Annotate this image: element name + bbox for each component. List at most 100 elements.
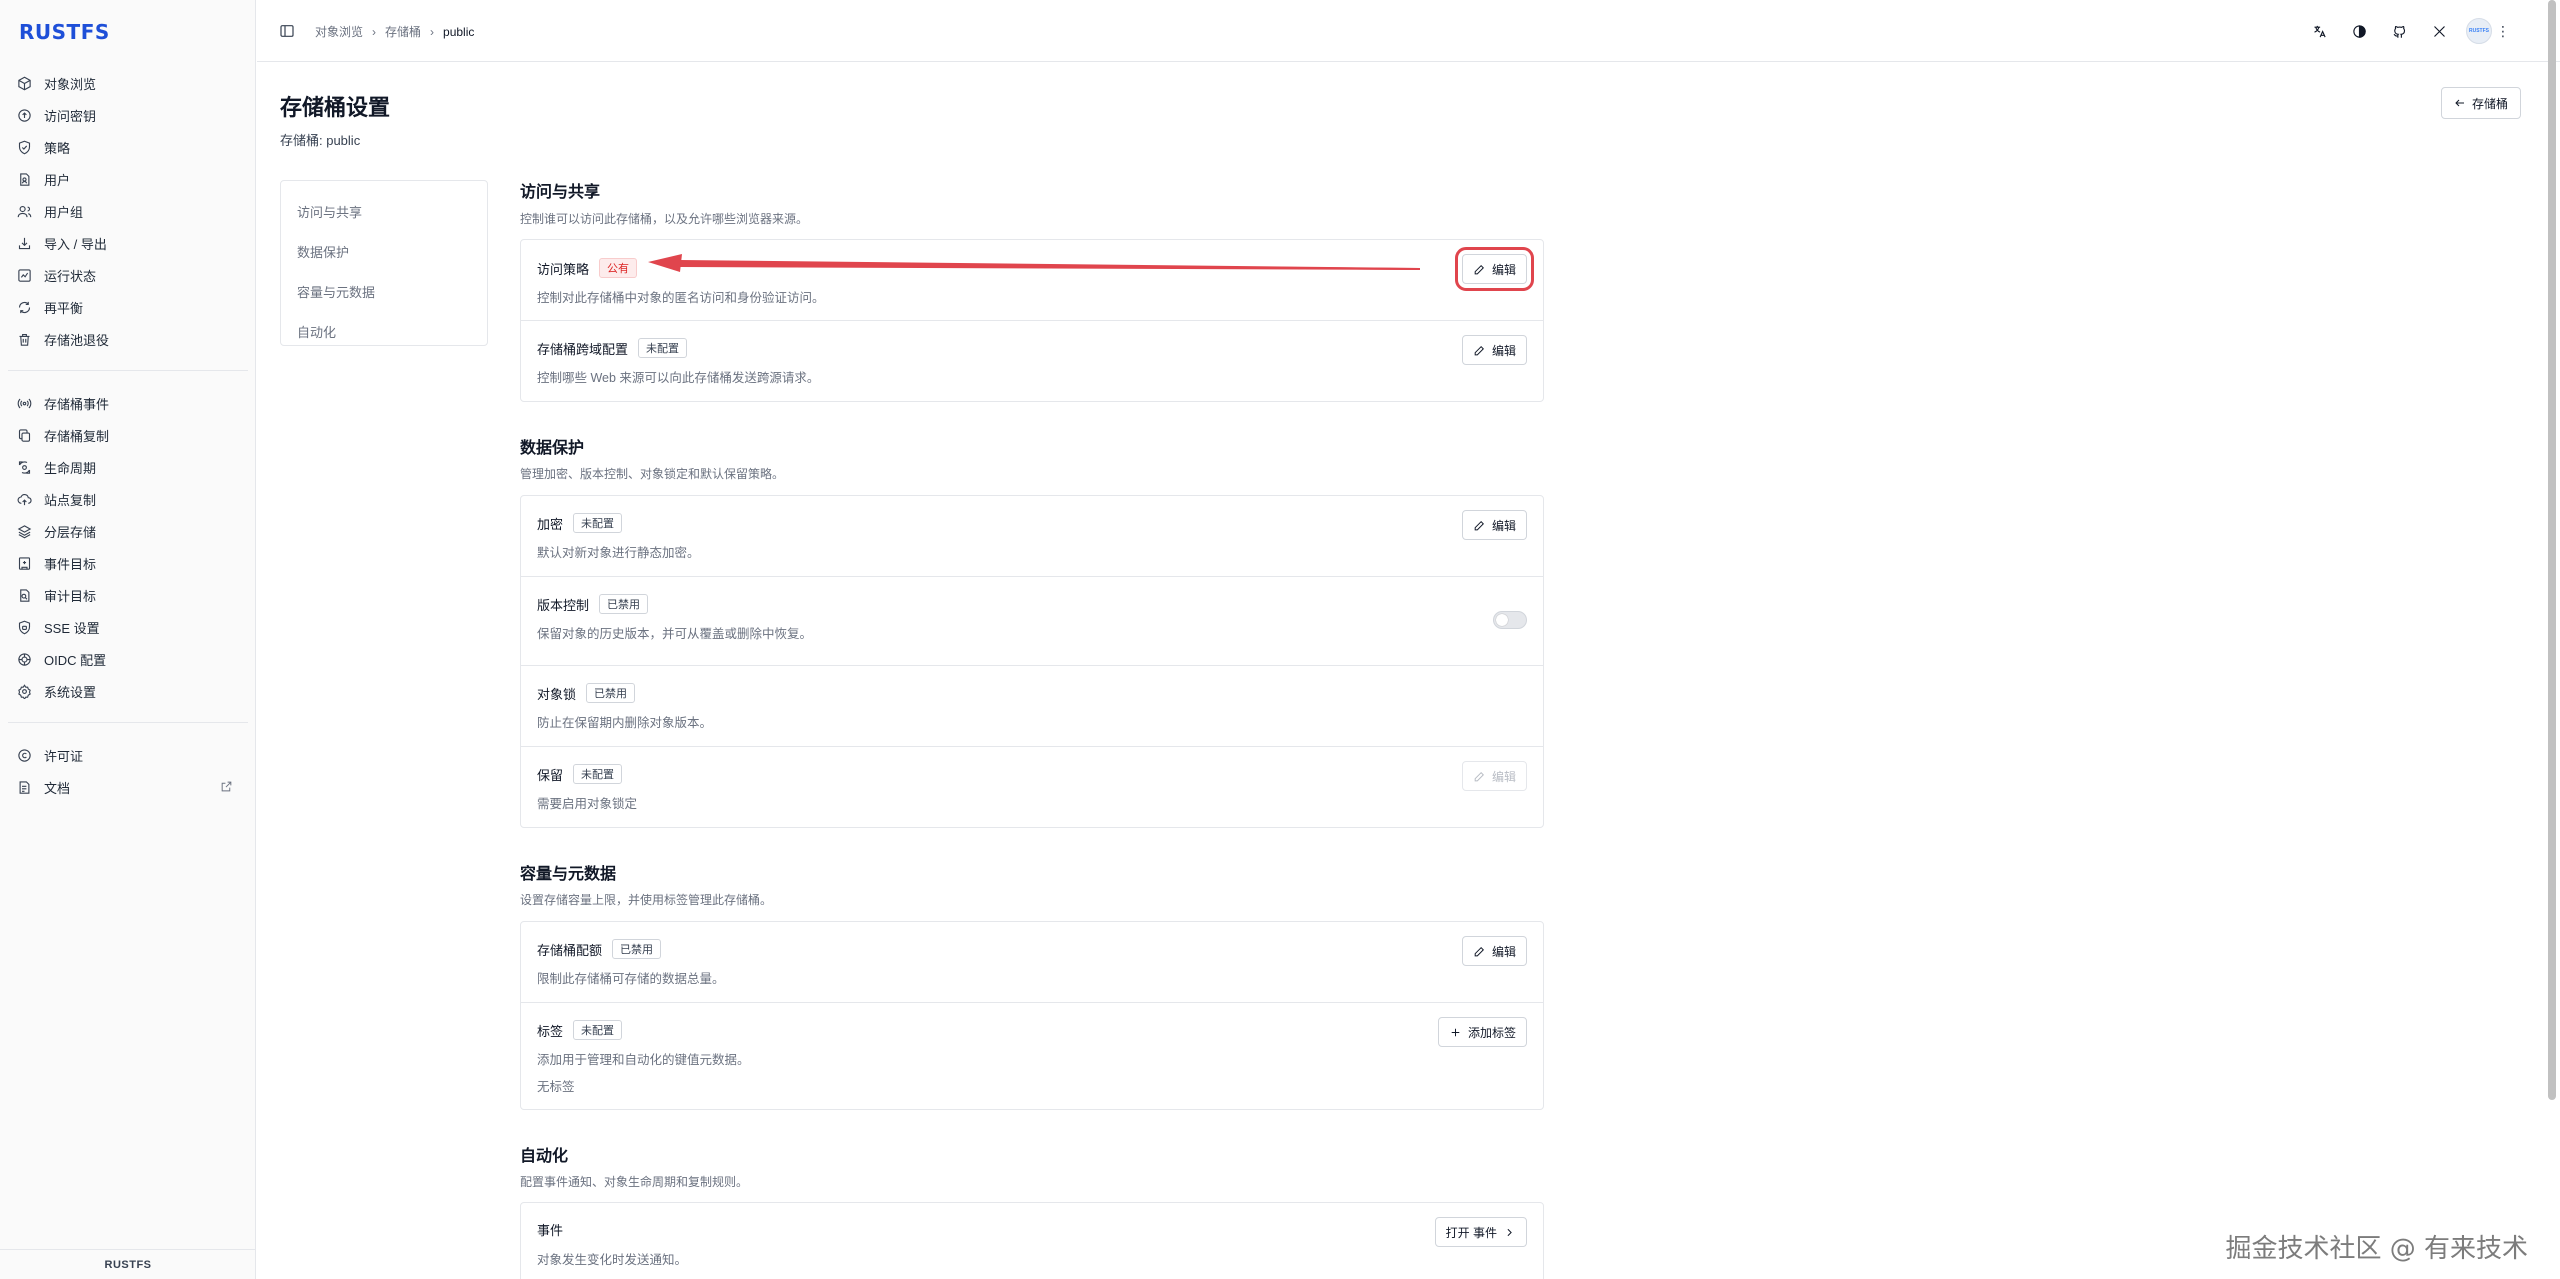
gear-icon (16, 683, 32, 699)
sidebar-item-user-groups[interactable]: 用户组 (0, 195, 256, 227)
quota-name: 存储桶配额 (537, 942, 603, 958)
pencil-icon (1474, 946, 1484, 956)
status-badge: 未配置 (638, 338, 688, 358)
sidebar-item-label: 事件目标 (44, 556, 97, 572)
sidebar-item-bucket-replication[interactable]: 存储桶复制 (0, 419, 256, 451)
section-nav-access[interactable]: 访问与共享 (281, 191, 487, 231)
status-icon (16, 267, 32, 283)
section-nav-protection[interactable]: 数据保护 (281, 231, 487, 271)
edit-quota-button[interactable]: 编辑 (1461, 936, 1527, 966)
sidebar-toggle-icon[interactable] (279, 23, 295, 39)
events-row: 事件 对象发生变化时发送通知。 打开 事件 (521, 1203, 1543, 1279)
edit-cors-button[interactable]: 编辑 (1461, 335, 1527, 365)
rustfs-logo[interactable]: RUSTFS (19, 20, 110, 44)
user-icon (16, 171, 32, 187)
sidebar-item-label: 文档 (44, 780, 71, 796)
chevron-right-icon (1507, 1228, 1512, 1236)
sidebar-item-object-browser[interactable]: 对象浏览 (0, 67, 256, 99)
section-desc-access: 控制谁可以访问此存储桶，以及允许哪些浏览器来源。 (520, 212, 809, 226)
breadcrumb-current: public (443, 24, 475, 39)
sidebar-item-label: 对象浏览 (44, 76, 97, 92)
encryption-label: 加密 未配置 (537, 513, 623, 533)
lock-icon (16, 619, 32, 635)
sidebar-item-audit-targets[interactable]: 审计目标 (0, 579, 256, 611)
pencil-icon (1474, 520, 1484, 530)
status-badge: 已禁用 (612, 939, 662, 959)
sidebar-item-label: 存储桶复制 (44, 428, 110, 444)
object-lock-name: 对象锁 (537, 686, 577, 702)
shield-check-icon (16, 139, 32, 155)
breadcrumb-buckets[interactable]: 存储桶 (385, 23, 421, 40)
page-title: 存储桶设置 (280, 95, 391, 120)
layers-icon (16, 523, 32, 539)
sidebar-item-docs[interactable]: 文档 (0, 771, 256, 803)
sidebar-item-bucket-events[interactable]: 存储桶事件 (0, 387, 256, 419)
section-title-protection: 数据保护 (520, 440, 585, 457)
sidebar-item-oidc-config[interactable]: OIDC 配置 (0, 643, 256, 675)
status-badge: 未配置 (573, 513, 623, 533)
cors-row: 存储桶跨域配置 未配置 控制哪些 Web 来源可以向此存储桶发送跨源请求。 编辑 (521, 321, 1543, 402)
breadcrumb-object-browser[interactable]: 对象浏览 (315, 23, 363, 40)
versioning-toggle[interactable] (1493, 611, 1527, 629)
breadcrumb: 对象浏览 › 存储桶 › public (315, 23, 474, 40)
sidebar-item-label: 再平衡 (44, 300, 84, 316)
section-nav-automation[interactable]: 自动化 (281, 311, 487, 351)
scrollbar[interactable] (2548, 0, 2556, 1100)
sidebar-item-access-keys[interactable]: 访问密钥 (0, 99, 256, 131)
retention-desc: 需要启用对象锁定 (537, 797, 638, 811)
encryption-desc: 默认对新对象进行静态加密。 (537, 546, 700, 560)
add-tag-button[interactable]: 添加标签 (1437, 1017, 1527, 1047)
open-events-button[interactable]: 打开 事件 (1434, 1217, 1527, 1247)
sidebar-item-tiering[interactable]: 分层存储 (0, 515, 256, 547)
users-icon (16, 203, 32, 219)
sidebar-item-sse-settings[interactable]: SSE 设置 (0, 611, 256, 643)
x-twitter-icon[interactable] (2426, 18, 2452, 44)
button-label: 打开 事件 (1445, 1225, 1497, 1240)
copyright-icon (16, 747, 32, 763)
section-title-access: 访问与共享 (520, 184, 601, 201)
sidebar-divider (8, 722, 248, 723)
quota-desc: 限制此存储桶可存储的数据总量。 (537, 972, 725, 986)
avatar[interactable]: RUSTFS (2466, 18, 2492, 44)
sidebar-item-label: 系统设置 (44, 684, 97, 700)
sidebar-item-rebalance[interactable]: 再平衡 (0, 291, 256, 323)
sidebar-item-site-replication[interactable]: 站点复制 (0, 483, 256, 515)
copy-icon (16, 427, 32, 443)
sidebar-item-label: 存储池退役 (44, 332, 110, 348)
edit-policy-button[interactable]: 编辑 (1454, 247, 1535, 291)
quota-row: 存储桶配额 已禁用 限制此存储桶可存储的数据总量。 编辑 (521, 922, 1543, 1003)
language-icon[interactable] (2306, 18, 2332, 44)
document-icon (16, 779, 32, 795)
back-to-buckets-button[interactable]: 存储桶 (2440, 87, 2521, 119)
tags-empty: 无标签 (537, 1080, 575, 1094)
versioning-name: 版本控制 (537, 597, 590, 613)
sidebar-item-import-export[interactable]: 导入 / 导出 (0, 227, 256, 259)
events-desc: 对象发生变化时发送通知。 (537, 1253, 688, 1267)
sidebar-item-policies[interactable]: 策略 (0, 131, 256, 163)
sidebar-item-status[interactable]: 运行状态 (0, 259, 256, 291)
sidebar-item-label: 存储桶事件 (44, 396, 110, 412)
sidebar-item-lifecycle[interactable]: 生命周期 (0, 451, 256, 483)
sidebar-item-license[interactable]: 许可证 (0, 739, 256, 771)
sidebar-item-pool-decommission[interactable]: 存储池退役 (0, 323, 256, 355)
edit-retention-button[interactable]: 编辑 (1461, 761, 1527, 791)
more-options-icon[interactable]: ⋮ (2496, 24, 2510, 38)
quota-label: 存储桶配额 已禁用 (537, 939, 662, 959)
tags-row: 标签 未配置 添加用于管理和自动化的键值元数据。 无标签 添加标签 (521, 1003, 1543, 1109)
section-nav-capacity[interactable]: 容量与元数据 (281, 271, 487, 311)
top-bar: 对象浏览 › 存储桶 › public RUSTFS ⋮ (257, 0, 2560, 62)
sidebar-item-event-targets[interactable]: 事件目标 (0, 547, 256, 579)
section-desc-capacity: 设置存储容量上限，并使用标签管理此存储桶。 (520, 893, 773, 907)
top-actions: RUSTFS ⋮ (2292, 18, 2510, 44)
sidebar-item-label: 策略 (44, 140, 71, 156)
sidebar-item-label: 站点复制 (44, 492, 97, 508)
events-name: 事件 (537, 1223, 564, 1238)
tags-desc: 添加用于管理和自动化的键值元数据。 (537, 1053, 750, 1067)
sidebar-item-system-settings[interactable]: 系统设置 (0, 675, 256, 707)
theme-toggle-icon[interactable] (2346, 18, 2372, 44)
edit-encryption-button[interactable]: 编辑 (1461, 510, 1527, 540)
audit-icon (16, 587, 32, 603)
rebalance-icon (16, 299, 32, 315)
sidebar-item-users[interactable]: 用户 (0, 163, 256, 195)
github-icon[interactable] (2386, 18, 2412, 44)
